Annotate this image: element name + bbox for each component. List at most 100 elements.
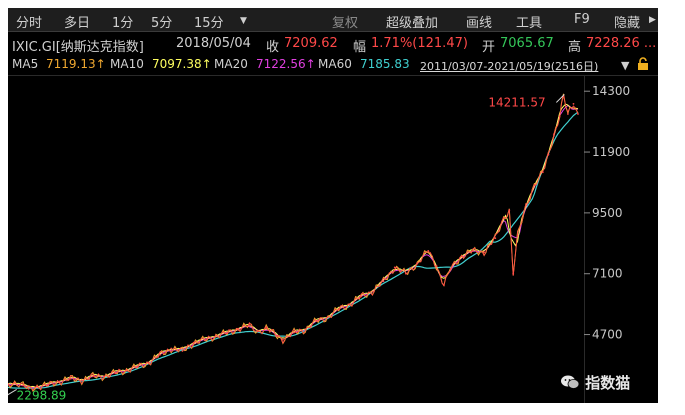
y-tick-label-1: 11900	[592, 145, 630, 159]
data-point-50	[512, 272, 515, 275]
data-point-42	[443, 284, 445, 286]
data-point-24	[256, 330, 259, 333]
data-point-53	[533, 184, 536, 186]
tab-intraday[interactable]: 分时	[16, 12, 42, 31]
data-point-7	[69, 377, 72, 380]
adjust-button[interactable]: 复权	[332, 12, 358, 31]
hide-button[interactable]: 隐藏	[614, 12, 640, 31]
kline-chart[interactable]: 14300 11900 9500 7100 4700 14211.57 2298.89	[8, 76, 658, 403]
overlay-button[interactable]: 超级叠加	[386, 12, 438, 31]
ma-line: MA5 7119.13↑ MA10 7097.38↑ MA20 7122.56↑…	[8, 55, 658, 74]
high-value: 7228.26 ...	[586, 36, 657, 51]
close-label: 收	[266, 40, 280, 54]
data-point-17	[181, 350, 184, 352]
quote-date: 2018/05/04	[176, 36, 251, 51]
data-point-38	[405, 272, 407, 275]
open-label: 开	[482, 40, 496, 54]
data-point-34	[360, 295, 363, 298]
data-point-47	[494, 237, 497, 240]
symbol-name: IXIC.GI[纳斯达克指数]	[12, 40, 144, 54]
data-point-23	[248, 324, 251, 327]
ma60-line	[8, 111, 579, 389]
data-point-4	[36, 385, 38, 388]
data-point-61	[577, 113, 579, 115]
data-point-32	[337, 308, 340, 311]
data-point-39	[416, 262, 418, 265]
draw-line-button[interactable]: 画线	[466, 12, 492, 31]
data-point-8	[80, 379, 83, 382]
ma60-value: 7185.83	[360, 57, 410, 71]
data-point-43	[449, 267, 452, 270]
tools-button[interactable]: 工具	[516, 12, 542, 31]
tab-multi-day[interactable]: 多日	[64, 12, 90, 31]
ma5-value: 7119.13↑	[46, 57, 106, 71]
ma20-line	[8, 105, 579, 389]
watermark-text: 指数猫	[585, 374, 631, 392]
data-point-15	[159, 353, 161, 356]
data-point-36	[382, 280, 385, 283]
data-point-22	[237, 327, 240, 330]
data-point-2	[22, 384, 24, 387]
data-point-18	[192, 341, 195, 344]
y-tick-label-3: 7100	[592, 267, 623, 281]
data-point-52	[525, 204, 527, 207]
data-point-11	[114, 372, 117, 374]
ma20-label: MA20	[214, 57, 248, 71]
data-point-20	[215, 334, 217, 337]
data-point-55	[547, 153, 550, 156]
data-point-12	[125, 369, 128, 371]
close-value: 7209.62	[284, 36, 338, 51]
annotations: 14211.57 2298.89	[8, 94, 565, 402]
lock-icon[interactable]	[636, 57, 650, 71]
ma10-value: 7097.38↑	[152, 57, 212, 71]
data-point-45	[472, 250, 474, 252]
data-point-19	[203, 339, 206, 341]
y-tick-label-0: 14300	[592, 84, 630, 98]
ma60-label: MA60	[318, 57, 352, 71]
y-axis: 14300 11900 9500 7100 4700	[584, 84, 630, 342]
date-range[interactable]: 2011/03/07-2021/05/19(2516日)	[420, 58, 598, 74]
data-point-30	[315, 320, 318, 322]
open-value: 7065.67	[500, 36, 554, 51]
chart-window: 分时 多日 1分 5分 15分 ▼ 复权 超级叠加 画线 工具 F9 隐藏 ▶ …	[8, 8, 658, 403]
data-point-13	[136, 366, 139, 368]
triangle-right-icon[interactable]: ▶	[649, 15, 656, 25]
data-point-31	[326, 316, 329, 319]
data-point-49	[508, 209, 511, 212]
toolbar: 分时 多日 1分 5分 15分 ▼ 复权 超级叠加 画线 工具 F9 隐藏 ▶	[8, 8, 658, 32]
data-point-1	[13, 381, 16, 384]
data-point-33	[349, 303, 351, 305]
price-series	[8, 93, 579, 392]
data-point-37	[393, 266, 396, 269]
min-pointer	[8, 388, 17, 396]
data-point-59	[567, 113, 569, 115]
data-point-5	[47, 384, 50, 387]
ma10-label: MA10	[110, 57, 144, 71]
dropdown-triangle-icon[interactable]: ▼	[621, 59, 629, 72]
data-point-60	[572, 103, 575, 105]
price-line	[8, 95, 579, 391]
data-point-10	[103, 375, 105, 378]
data-point-44	[460, 255, 463, 257]
data-point-57	[558, 115, 561, 118]
wechat-icon	[561, 375, 580, 389]
data-point-51	[516, 234, 519, 237]
data-point-27	[282, 338, 284, 341]
data-point-6	[58, 380, 61, 383]
f9-button[interactable]: F9	[574, 12, 590, 27]
y-tick-label-2: 9500	[592, 206, 623, 220]
data-point-26	[276, 334, 279, 337]
tab-1min[interactable]: 1分	[112, 12, 133, 31]
data-point-16	[170, 347, 173, 350]
data-point-48	[502, 217, 505, 219]
change-label: 幅	[353, 40, 367, 54]
data-point-46	[483, 251, 485, 254]
tab-5min[interactable]: 5分	[151, 12, 172, 31]
tab-15min[interactable]: 15分	[194, 12, 224, 31]
data-point-28	[293, 331, 295, 334]
ma20-value: 7122.56↑	[256, 57, 316, 71]
data-point-9	[92, 375, 94, 378]
ma10-line	[8, 103, 579, 388]
caret-down-icon[interactable]: ▼	[240, 16, 247, 26]
data-point-29	[304, 328, 307, 331]
